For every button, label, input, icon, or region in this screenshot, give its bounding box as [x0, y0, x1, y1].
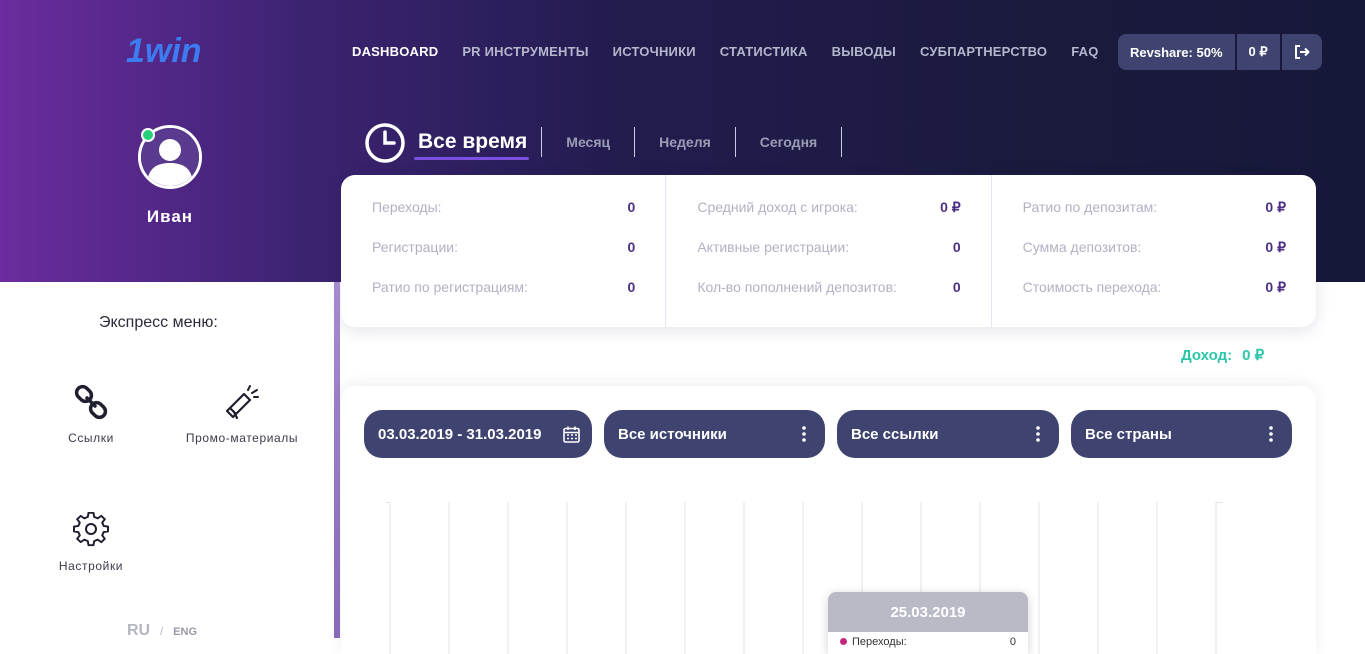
stat-label: Средний доход с игрока: — [697, 199, 858, 215]
stat-value: 0 ₽ — [1265, 199, 1286, 215]
lang-separator: / — [160, 626, 164, 638]
stats-column: Ратио по депозитам: 0 ₽ Сумма депозитов:… — [992, 175, 1316, 327]
express-promo-label: Промо-материалы — [185, 431, 299, 445]
express-links-button[interactable]: Ссылки — [60, 384, 122, 445]
income-summary: Доход: 0 ₽ — [1181, 346, 1264, 364]
tooltip-row: Переходы: 0 — [828, 632, 1028, 648]
calendar-icon — [562, 425, 580, 443]
stat-value: 0 — [952, 239, 961, 255]
express-settings-button[interactable]: Настройки — [56, 511, 126, 573]
stats-column: Средний доход с игрока: 0 ₽ Активные рег… — [666, 175, 992, 327]
stat-value: 0 ₽ — [1265, 239, 1286, 255]
nav-subpartnership[interactable]: СУБПАРТНЕРСТВО — [920, 44, 1047, 59]
stat-row: Кол-во пополнений депозитов: 0 — [697, 279, 960, 319]
stat-label: Сумма депозитов: — [1022, 239, 1142, 255]
date-range-value: 03.03.2019 - 31.03.2019 — [378, 425, 542, 443]
income-label: Доход: — [1181, 347, 1233, 364]
stat-row: Активные регистрации: 0 — [697, 239, 960, 279]
stat-row: Средний доход с игрока: 0 ₽ — [697, 199, 960, 239]
more-vertical-icon — [1029, 425, 1047, 443]
stat-value: 0 — [627, 239, 636, 255]
stat-row: Стоимость перехода: 0 ₽ — [1023, 279, 1286, 319]
chart-grid — [386, 502, 1222, 654]
stat-label: Регистрации: — [372, 239, 458, 255]
links-filter[interactable]: Все ссылки — [837, 410, 1059, 458]
nav-dashboard[interactable]: DASHBOARD — [352, 44, 438, 59]
stat-row: Переходы: 0 — [372, 199, 635, 239]
sources-filter[interactable]: Все источники — [604, 410, 825, 458]
express-settings-label: Настройки — [58, 559, 124, 573]
links-filter-value: Все ссылки — [851, 425, 939, 443]
stats-column: Переходы: 0 Регистрации: 0 Ратио по реги… — [341, 175, 667, 327]
sidebar-divider — [334, 282, 340, 638]
chart-tooltip: 25.03.2019 Переходы: 0 — [828, 592, 1028, 654]
stat-label: Переходы: — [372, 199, 442, 215]
nav-statistics[interactable]: СТАТИСТИКА — [720, 44, 808, 59]
tab-week[interactable]: Неделя — [635, 127, 736, 157]
link-icon — [74, 384, 108, 420]
gear-icon — [73, 511, 109, 547]
stat-row: Регистрации: 0 — [372, 239, 635, 279]
income-value: 0 ₽ — [1242, 347, 1265, 364]
online-status-dot — [141, 128, 155, 142]
lang-ru[interactable]: RU — [127, 622, 150, 640]
nav-withdrawals[interactable]: ВЫВОДЫ — [832, 44, 896, 59]
countries-filter[interactable]: Все страны — [1071, 410, 1292, 458]
tab-today[interactable]: Сегодня — [736, 127, 843, 157]
express-links-label: Ссылки — [68, 431, 114, 445]
nav-pr-tools[interactable]: PR ИНСТРУМЕНТЫ — [462, 44, 588, 59]
stat-label: Активные регистрации: — [697, 239, 850, 255]
countries-filter-value: Все страны — [1085, 425, 1172, 443]
tab-all-time[interactable]: Все время — [414, 127, 543, 160]
more-vertical-icon — [795, 425, 813, 443]
brand-logo[interactable]: 1win — [126, 30, 216, 70]
series-dot — [840, 638, 847, 645]
megaphone-icon — [225, 385, 259, 420]
more-vertical-icon — [1262, 425, 1280, 443]
stat-value: 0 — [627, 199, 636, 215]
stat-value: 0 ₽ — [1265, 279, 1286, 295]
stat-label: Ратио по регистрациям: — [372, 279, 528, 295]
main-nav: DASHBOARD PR ИНСТРУМЕНТЫ ИСТОЧНИКИ СТАТИ… — [352, 44, 1099, 59]
tooltip-row-value: 0 — [1009, 636, 1016, 648]
stats-card: Переходы: 0 Регистрации: 0 Ратио по реги… — [341, 175, 1316, 327]
stat-value: 0 ₽ — [940, 199, 961, 215]
lang-eng[interactable]: ENG — [173, 626, 197, 638]
clock-icon — [365, 123, 405, 163]
stat-label: Стоимость перехода: — [1022, 279, 1162, 295]
stat-label: Ратио по депозитам: — [1022, 199, 1158, 215]
express-promo-button[interactable]: Промо-материалы — [180, 384, 304, 445]
tooltip-row-label: Переходы: — [852, 636, 907, 648]
stat-row: Ратио по депозитам: 0 ₽ — [1023, 199, 1286, 239]
nav-sources[interactable]: ИСТОЧНИКИ — [613, 44, 696, 59]
date-range-picker[interactable]: 03.03.2019 - 31.03.2019 — [364, 410, 592, 458]
tooltip-date: 25.03.2019 — [828, 592, 1028, 632]
revshare-button[interactable]: Revshare: 50% — [1118, 34, 1235, 70]
logo-text: 1win — [126, 32, 202, 70]
user-name: Иван — [146, 207, 194, 226]
express-menu-title: Экспресс меню: — [99, 314, 218, 331]
stat-row: Ратио по регистрациям: 0 — [372, 279, 635, 319]
stat-value: 0 — [627, 279, 636, 295]
stat-row: Сумма депозитов: 0 ₽ — [1023, 239, 1286, 279]
account-group: Revshare: 50% 0 ₽ — [1118, 34, 1322, 70]
language-switcher: RU / ENG — [127, 622, 197, 640]
tab-month[interactable]: Месяц — [542, 127, 636, 157]
nav-faq[interactable]: FAQ — [1071, 44, 1098, 59]
balance-button[interactable]: 0 ₽ — [1236, 34, 1280, 70]
logout-icon — [1294, 45, 1310, 59]
stat-value: 0 — [952, 279, 961, 295]
logout-button[interactable] — [1281, 34, 1322, 70]
period-tabs: Все время Месяц Неделя Сегодня — [414, 126, 843, 160]
stat-label: Кол-во пополнений депозитов: — [697, 279, 897, 295]
sources-filter-value: Все источники — [618, 425, 727, 443]
